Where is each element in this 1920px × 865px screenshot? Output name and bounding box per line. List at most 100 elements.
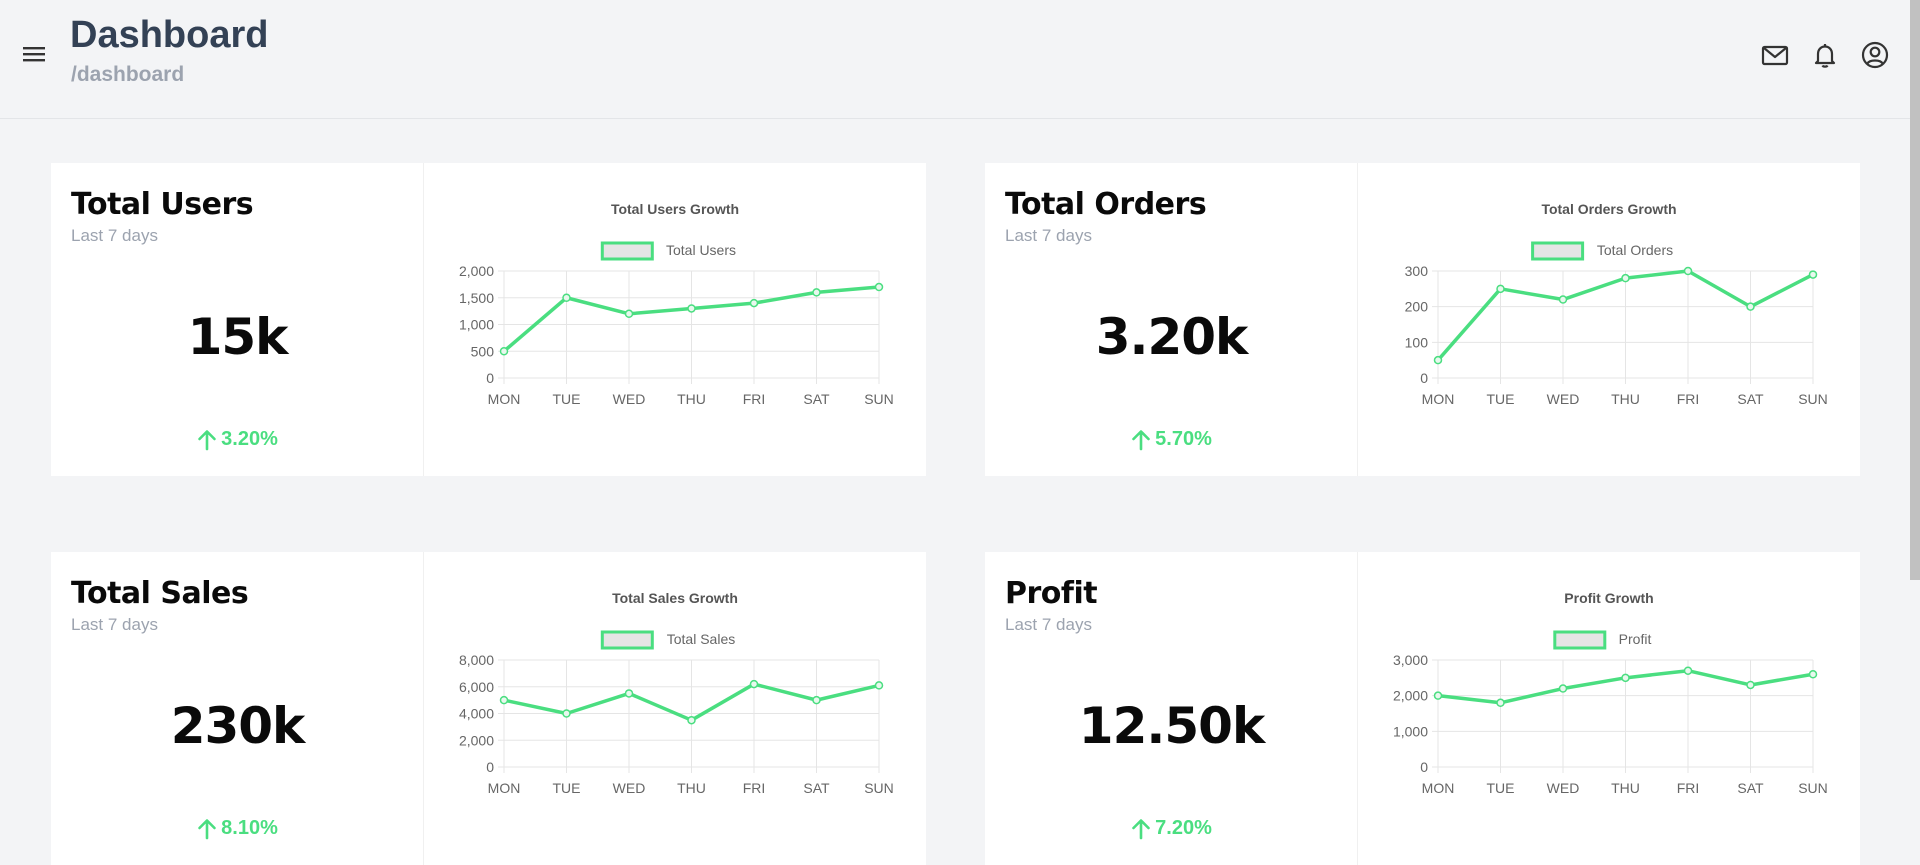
data-point[interactable] [1433,691,1443,700]
change-indicator: 7.20% [985,817,1358,840]
data-point[interactable] [1496,698,1505,708]
data-point[interactable] [499,347,509,356]
card-title: Total Sales [71,576,249,611]
x-tick-label: TUE [1487,780,1515,796]
data-point[interactable] [749,298,759,308]
data-point[interactable] [1808,670,1818,679]
data-point[interactable] [812,695,821,705]
change-value: 3.20% [221,428,278,450]
legend-label: Total Users [666,242,736,258]
chart-title: Total Users Growth [611,201,739,217]
x-tick-label: MON [488,391,521,407]
x-tick-label: FRI [1677,780,1700,796]
y-tick-label: 0 [1420,370,1428,386]
data-point[interactable] [499,695,509,705]
card-title: Total Orders [1005,187,1207,222]
chart-title: Total Orders Growth [1541,201,1676,217]
legend-swatch [1553,630,1607,650]
legend-label: Profit [1619,631,1652,647]
x-tick-label: WED [613,780,646,796]
chart-legend-item[interactable]: Profit [1553,630,1652,650]
change-value: 7.20% [1155,817,1212,839]
x-tick-label: THU [1611,780,1640,796]
data-point[interactable] [1558,684,1568,693]
data-point[interactable] [874,681,884,690]
data-point[interactable] [1808,270,1818,279]
legend-swatch [600,241,654,261]
data-point[interactable] [562,709,571,718]
data-point[interactable] [687,715,696,725]
x-tick-label: TUE [1487,391,1515,407]
profit-growth-chart: Profit Growth Profit 0 1,000 2,000 3,000 MON TU… [1358,552,1860,865]
scrollbar-thumb[interactable] [1910,0,1920,580]
change-indicator: 5.70% [985,428,1358,451]
data-point[interactable] [687,304,696,313]
user-circle-icon[interactable] [1860,40,1890,70]
legend-swatch [1531,241,1585,261]
arrow-up-icon [1131,429,1151,451]
x-tick-label: WED [1547,391,1580,407]
stat-panel: Total Users Last 7 days 15k 3.20% [51,163,424,476]
y-tick-label: 3,000 [1393,652,1428,668]
x-tick-label: FRI [743,780,766,796]
y-tick-label: 1,000 [459,317,494,333]
chart-legend-item[interactable]: Total Users [600,241,736,261]
y-tick-label: 200 [1405,299,1429,315]
x-tick-label: MON [488,780,521,796]
card-value: 3.20k [1095,308,1249,366]
legend-swatch [600,630,654,650]
data-point[interactable] [1683,266,1693,276]
data-point[interactable] [874,282,884,292]
y-tick-label: 0 [486,370,494,386]
y-tick-label: 8,000 [459,652,494,668]
data-point[interactable] [1746,680,1755,690]
card-value: 15k [187,308,289,366]
chart-title: Total Sales Growth [612,590,738,606]
x-tick-label: MON [1422,391,1455,407]
chart-legend-item[interactable]: Total Orders [1531,241,1674,261]
x-tick-label: MON [1422,780,1455,796]
data-point[interactable] [749,679,759,689]
x-tick-label: SAT [1737,391,1764,407]
stat-card-users: Total Users Last 7 days 15k 3.20% Total … [51,163,926,476]
card-title: Total Users [71,187,254,222]
card-subtitle: Last 7 days [71,226,158,245]
data-point[interactable] [1621,673,1630,683]
stat-panel: Total Sales Last 7 days 230k 8.10% [51,552,424,865]
data-point[interactable] [624,689,634,698]
data-point[interactable] [1621,273,1630,283]
x-tick-label: SUN [1798,780,1828,796]
data-point[interactable] [562,293,571,302]
x-tick-label: THU [677,391,706,407]
x-tick-label: SAT [803,780,830,796]
sales-growth-chart: Total Sales Growth Total Sales 0 2,000 4,000… [424,552,926,865]
x-tick-label: SUN [864,391,894,407]
data-point[interactable] [1433,355,1443,365]
x-tick-label: WED [613,391,646,407]
legend-label: Total Sales [667,631,735,647]
data-point[interactable] [1558,295,1568,304]
stat-card-orders: Total Orders Last 7 days 3.20k 5.70% Tot… [985,163,1860,476]
y-tick-label: 6,000 [459,679,494,695]
mail-icon[interactable] [1760,40,1790,70]
hamburger-menu-icon[interactable] [22,44,48,64]
breadcrumb: /dashboard [71,63,185,86]
data-point[interactable] [1746,302,1755,311]
stat-card-profit: Profit Last 7 days 12.50k 7.20% Profit G… [985,552,1860,865]
card-subtitle: Last 7 days [71,615,158,634]
users-growth-chart: Total Users Growth Total Users 0 500 1,000 1,… [424,163,926,476]
x-tick-label: THU [1611,391,1640,407]
bell-icon[interactable] [1810,40,1840,70]
data-point[interactable] [1683,666,1693,675]
stat-panel: Profit Last 7 days 12.50k 7.20% [985,552,1358,865]
x-tick-label: TUE [553,780,581,796]
card-title: Profit [1005,576,1098,611]
data-point[interactable] [624,309,634,319]
data-point[interactable] [812,288,821,297]
chart-legend-item[interactable]: Total Sales [600,630,735,650]
stat-card-sales: Total Sales Last 7 days 230k 8.10% Total… [51,552,926,865]
orders-growth-chart: Total Orders Growth Total Orders 0 100 200 30… [1358,163,1860,476]
data-point[interactable] [1496,284,1505,294]
arrow-up-icon [197,429,217,451]
change-value: 5.70% [1155,428,1212,450]
